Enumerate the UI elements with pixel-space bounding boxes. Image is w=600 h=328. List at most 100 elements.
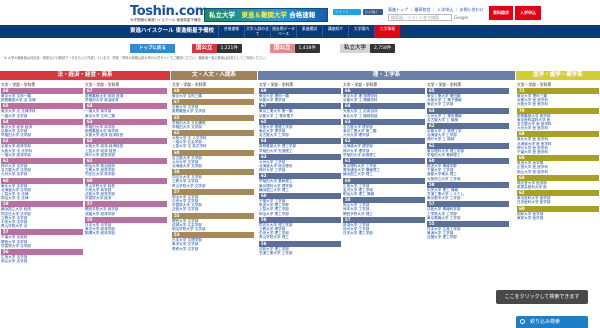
university-link[interactable]: 学習院大学 経済 (85, 196, 167, 200)
university-link[interactable]: 岡山大学 医 医学科 (517, 170, 599, 174)
category-count: 1,438件 (294, 44, 320, 53)
university-link[interactable]: 芝浦工業大学 工学部 (259, 251, 341, 255)
university-link[interactable]: 明治大学 理工学部 (259, 212, 341, 216)
university-link[interactable]: 千葉大学 医 医学科 (517, 150, 599, 154)
nav-item-gokaku[interactable]: 合格速報 (218, 25, 244, 38)
category-tab-private[interactable]: 私立大学 2,758件 (340, 44, 396, 53)
promo-banner[interactable]: 私立大学 東進＆難関大学 合格速報 (204, 8, 328, 22)
university-link[interactable]: 早稲田大学 法学部 (1, 133, 83, 137)
toshin-logo[interactable]: Toshin.com 大学受験の東進ハイスクール 東進衛星予備校 (130, 5, 208, 24)
university-link[interactable]: 大阪府立大学 工学域 (427, 177, 509, 181)
university-link[interactable]: 関西学院大学 理工 (343, 212, 425, 216)
nav-item-daigaku-joho[interactable]: 大学情報 (374, 25, 400, 38)
university-link[interactable]: 神戸大学 経営学部 (85, 153, 167, 157)
university-link[interactable]: 九州大学 医 医学科 (517, 126, 599, 130)
subcolumn-title: 大学・学部・学科等 (259, 82, 294, 87)
university-link[interactable]: 慶應義塾大学 法 法律 (1, 98, 83, 102)
university-link[interactable]: 横浜国立大学 理工 (343, 172, 425, 176)
enroll-button[interactable]: 入学申込 (515, 6, 541, 20)
university-link[interactable]: 大阪大学 医 医学科 (517, 102, 599, 106)
university-link[interactable]: 法政大学 文学部 (172, 207, 254, 211)
filter-search-button[interactable]: 絞り込み検索 (516, 316, 588, 328)
banner-suffix: 合格速報 (287, 11, 316, 19)
university-link[interactable]: 慶應義塾大学 文学部 (172, 109, 254, 113)
tweet-button[interactable]: ツイート (333, 9, 361, 15)
university-link[interactable]: 東京都市大学 工学部 (427, 196, 509, 200)
university-link[interactable]: 岡山大学 法学部 (1, 259, 83, 263)
university-link[interactable]: 青山学院大学 文学部 (172, 184, 254, 188)
university-link[interactable]: 名古屋大学 工学部 (259, 133, 341, 137)
university-link[interactable]: 同志社大学 商学部 (85, 172, 167, 176)
university-link[interactable]: 名古屋大学 工 機械 (427, 118, 509, 122)
filter-search-label: 絞り込み検索 (530, 319, 561, 325)
subcolumn-title: 大学・学部・学科等 (427, 82, 462, 87)
subcolumn-title: 大学・学部・学科等 (343, 82, 378, 87)
subcolumn: 大学・学部・学科等 69 東京大学 理科一類 京都大学 理学部 67 東京工業大学 第一… (258, 82, 342, 255)
banner-prefix: 私立大学 (209, 11, 242, 19)
nav-items: 合格速報 大学入試の全て 過去問データベース 東進模試 講座紹介 大学案内 大学… (218, 25, 400, 38)
column-heading: 文・人文・人間系 (171, 71, 257, 80)
university-link[interactable]: 早稲田大学 政治経済 (85, 98, 167, 102)
search-input[interactable]: 検索語、イベント名で検索 (388, 14, 452, 21)
column-body: 大学・学部・学科等 68 東京大学 文科一類 慶應義塾大学 法 法律 65 東京大学 法… (0, 80, 170, 263)
university-link[interactable]: 東北大学 工 機械知能 (343, 114, 425, 118)
university-link[interactable]: 慈恵会医科大学 医 (517, 185, 599, 189)
category-tab-public[interactable]: 国公立 1,438件 (270, 44, 320, 53)
university-link[interactable]: 東京大学 文科三類 (172, 94, 254, 98)
university-link[interactable]: 横浜国立大学 理工 (259, 188, 341, 192)
university-link[interactable]: 日本医科大学 医学部 (517, 200, 599, 204)
social-buttons: ツイート いいね！ (333, 9, 383, 15)
request-materials-button[interactable]: 資料請求 (489, 6, 513, 20)
university-link[interactable]: 近畿大学 理工学部 (427, 235, 509, 239)
nav-item-kakomon[interactable]: 過去問データベース (270, 25, 296, 38)
university-link[interactable]: 東邦大学 医学部 (517, 216, 599, 220)
university-link[interactable]: 早稲田大学 先進理工 (259, 149, 341, 153)
like-button[interactable]: いいね！ (363, 9, 383, 15)
nav-item-nyushi[interactable]: 大学入試の全て (244, 25, 270, 38)
university-link[interactable]: 専修大学 文学部 (172, 247, 254, 251)
university-link[interactable]: 学習院大学 法学部 (1, 244, 83, 248)
site-header: Toshin.com 大学受験の東進ハイスクール 東進衛星予備校 私立大学 東進… (0, 0, 600, 25)
university-link[interactable]: 明治大学 理工 情報 (343, 192, 425, 196)
university-link[interactable]: 青山学院大学 法 (1, 224, 83, 228)
university-link[interactable]: 神戸大学 工学部 (259, 168, 341, 172)
university-link[interactable]: 北海道大学 文学部 (172, 164, 254, 168)
category-tab-national[interactable]: 国公立 1,221件 (192, 44, 242, 53)
nav-brand[interactable]: 東進ハイスクール 東進衛星予備校 (130, 25, 216, 38)
university-link[interactable]: 九州大学 理学部 (343, 133, 425, 137)
subcolumn-title: 大学・学部・学科等 (85, 82, 120, 87)
university-link[interactable]: 一橋大学 法学部 (1, 114, 83, 118)
university-link[interactable]: 早稲田大学 創造理工 (343, 153, 425, 157)
nav-item-moshi[interactable]: 東進模試 (296, 25, 322, 38)
university-link[interactable]: 東北大学 工学部 (427, 102, 509, 106)
university-link[interactable]: 九州大学 法学部 (1, 172, 83, 176)
university-link[interactable]: 神戸大学 工 機械 (427, 137, 509, 141)
university-link[interactable]: 早稲田大学 基幹理工 (427, 153, 509, 157)
logo-text[interactable]: Toshin.com (130, 5, 208, 18)
university-link[interactable]: 成蹊大学 経済学部 (85, 212, 167, 216)
university-link[interactable]: 青山学院大学 理工 (259, 235, 341, 239)
column-law-economics: 法・経済・経営・商系 大学・学部・学科等 68 東京大学 文科一類 慶應義塾大学 法… (0, 71, 170, 328)
university-link[interactable]: 京都大学 工 電気電子 (259, 114, 341, 118)
university-link[interactable]: 明治学院大学 文学部 (172, 227, 254, 231)
search-tooltip: ここをクリックして検索できます (496, 290, 588, 304)
column-body: 大学・学部・学科等 69 東京大学 理科一類 京都大学 理学部 67 東京工業大学 第一… (258, 80, 515, 255)
nav-item-koza[interactable]: 講座紹介 (322, 25, 348, 38)
category-label: 私立大学 (340, 44, 371, 53)
logo-tagline: 大学受験の東進ハイスクール 東進衛星予備校 (130, 18, 201, 22)
university-link[interactable]: 一橋大学 経済学部 (1, 153, 83, 157)
university-link[interactable]: 京都大学 工 情報学科 (343, 98, 425, 102)
header-links[interactable]: 東進トップ ｜ 最寄校舎 ｜ 入学申込 ｜ お問い合わせ (388, 7, 484, 13)
university-link[interactable]: 東京大学 文科二類 (85, 114, 167, 118)
university-link[interactable]: 上智大学 文 英文学科 (172, 144, 254, 148)
university-link[interactable]: 京都大学 経済 経済経営 (85, 133, 167, 137)
university-link[interactable]: 日本大学 理工学部 (343, 231, 425, 235)
back-to-top-button[interactable]: トップに戻る (130, 44, 175, 53)
university-link[interactable]: 明治大学 法 法律 (1, 196, 83, 200)
university-link[interactable]: 京都大学 理学部 (259, 98, 341, 102)
university-link[interactable]: 東京電機大学 工学部 (427, 216, 509, 220)
column-science-engineering: 理・工学系 大学・学部・学科等 69 東京大学 理科一類 京都大学 理学部 67 東京工… (258, 71, 515, 328)
university-link[interactable]: 駒澤大学 経済学部 (85, 231, 167, 235)
nav-item-daigaku-annai[interactable]: 大学案内 (348, 25, 374, 38)
university-link[interactable]: 早稲田大学 文学部 (172, 125, 254, 129)
